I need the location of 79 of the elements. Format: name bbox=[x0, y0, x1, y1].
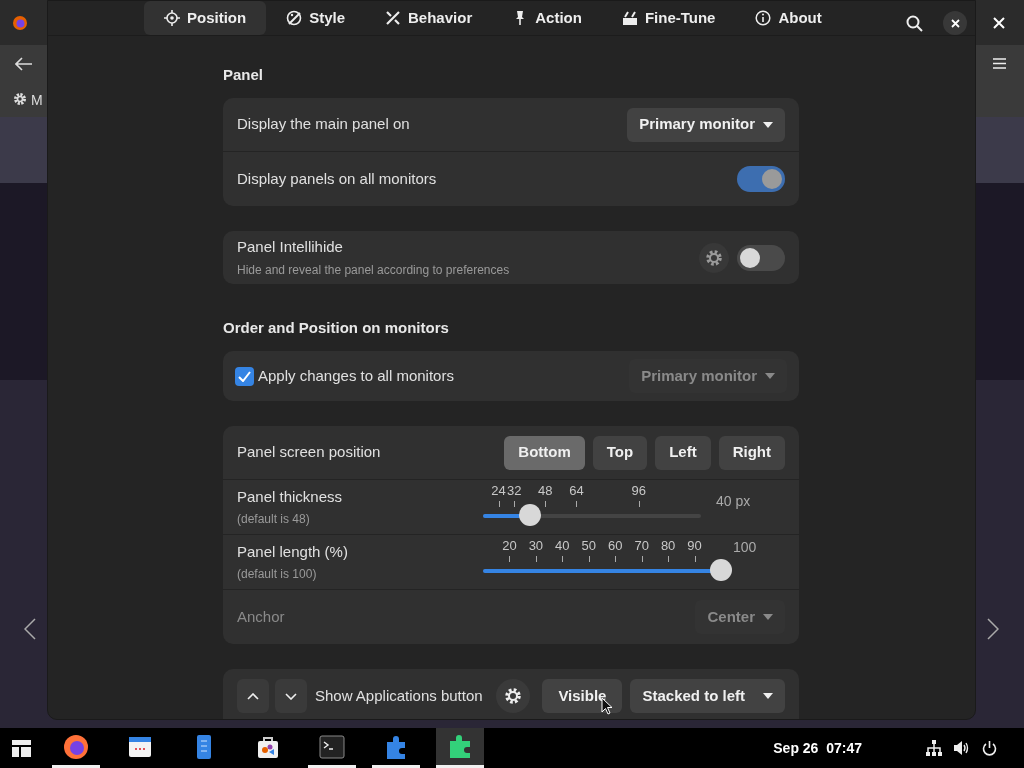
setting-label: Panel Intellihide bbox=[237, 237, 344, 258]
close-button[interactable] bbox=[943, 11, 967, 35]
tick-label: 24 bbox=[491, 483, 506, 497]
tick-label: 64 bbox=[569, 483, 584, 497]
tick-label: 70 bbox=[634, 538, 649, 552]
info-icon bbox=[755, 10, 772, 26]
clock[interactable]: Sep 26 07:47 bbox=[773, 737, 862, 759]
tick-label: 96 bbox=[631, 483, 646, 497]
puzzle-piece-icon bbox=[447, 733, 473, 760]
chevron-down-icon bbox=[285, 692, 297, 700]
toggle-switch[interactable] bbox=[737, 166, 785, 192]
search-icon[interactable] bbox=[906, 15, 923, 32]
setting-hint: (default is 48) bbox=[237, 511, 311, 529]
app-grid-icon[interactable] bbox=[12, 739, 31, 757]
chevron-left-icon[interactable] bbox=[24, 618, 36, 640]
tick-label: 90 bbox=[687, 538, 702, 552]
tab[interactable]: About bbox=[735, 1, 842, 35]
tab[interactable]: Action bbox=[492, 1, 602, 35]
tick-label: 32 bbox=[506, 483, 522, 497]
setting-label: Panel thickness bbox=[237, 486, 344, 507]
setting-label: Panel length (%) bbox=[237, 541, 349, 562]
network-icon[interactable] bbox=[926, 740, 942, 756]
chevron-right-icon[interactable] bbox=[987, 618, 999, 640]
visibility-button[interactable]: Visible bbox=[542, 679, 623, 713]
caret-icon bbox=[763, 693, 773, 699]
setting-label: Display panels on all monitors bbox=[237, 168, 437, 189]
back-arrow-icon[interactable] bbox=[15, 57, 33, 71]
target-icon bbox=[164, 10, 180, 26]
setting-description: Hide and reveal the panel according to preferences bbox=[237, 261, 511, 279]
tab[interactable]: Style bbox=[266, 1, 366, 35]
section-heading: Panel bbox=[223, 65, 265, 82]
volume-icon[interactable] bbox=[954, 741, 970, 755]
setting-label: Show Applications button bbox=[315, 685, 484, 706]
tab[interactable]: Fine-Tune bbox=[601, 1, 736, 35]
checkbox-label: Apply changes to all monitors bbox=[258, 365, 454, 386]
check-icon bbox=[238, 370, 251, 382]
settings-button[interactable] bbox=[496, 679, 531, 713]
close-icon bbox=[950, 18, 960, 28]
tick-label: 30 bbox=[528, 538, 544, 552]
move-up-button[interactable] bbox=[237, 679, 269, 713]
taskbar-app[interactable] bbox=[436, 728, 484, 768]
section-heading: Order and Position on monitors bbox=[223, 318, 450, 335]
position-option[interactable]: Bottom bbox=[504, 435, 585, 470]
gear-icon bbox=[13, 92, 27, 106]
move-down-button[interactable] bbox=[275, 679, 307, 713]
power-icon[interactable] bbox=[982, 740, 997, 756]
dropdown[interactable]: Stacked to left bbox=[630, 679, 785, 713]
checkbox[interactable] bbox=[235, 366, 254, 386]
position-option[interactable]: Right bbox=[718, 435, 785, 470]
setting-label: Anchor bbox=[237, 606, 285, 627]
slider-value: 100 bbox=[733, 537, 757, 557]
tick-label: 50 bbox=[581, 538, 596, 552]
setting-label: Display the main panel on bbox=[237, 114, 410, 135]
toggle-switch[interactable] bbox=[737, 244, 785, 271]
gear-icon bbox=[705, 248, 723, 267]
close-icon[interactable] bbox=[993, 16, 1005, 29]
position-option[interactable]: Left bbox=[655, 435, 711, 470]
gear-icon bbox=[504, 687, 523, 705]
menu-label: M bbox=[31, 91, 43, 110]
dropdown[interactable]: Primary monitor bbox=[627, 107, 785, 142]
menu-icon[interactable] bbox=[993, 58, 1006, 69]
chevron-up-icon bbox=[247, 692, 259, 700]
position-option[interactable]: Top bbox=[592, 435, 648, 470]
caret-icon bbox=[763, 614, 773, 620]
tab[interactable]: Behavior bbox=[365, 1, 493, 35]
slider-thumb[interactable] bbox=[518, 503, 541, 526]
tick-label: 20 bbox=[502, 538, 517, 552]
tick-label: 48 bbox=[538, 483, 553, 497]
slider-value: 40 px bbox=[716, 491, 751, 511]
tick-label: 80 bbox=[660, 538, 676, 552]
slider-thumb[interactable] bbox=[710, 558, 732, 581]
tick-label: 40 bbox=[555, 538, 570, 552]
caret-icon bbox=[763, 121, 773, 128]
setting-hint: (default is 100) bbox=[237, 566, 318, 584]
tick-label: 60 bbox=[608, 538, 623, 552]
terminal-icon bbox=[319, 733, 345, 760]
tab[interactable]: Position bbox=[144, 1, 267, 35]
setting-label: Panel screen position bbox=[237, 442, 381, 463]
settings-button[interactable] bbox=[699, 242, 729, 273]
